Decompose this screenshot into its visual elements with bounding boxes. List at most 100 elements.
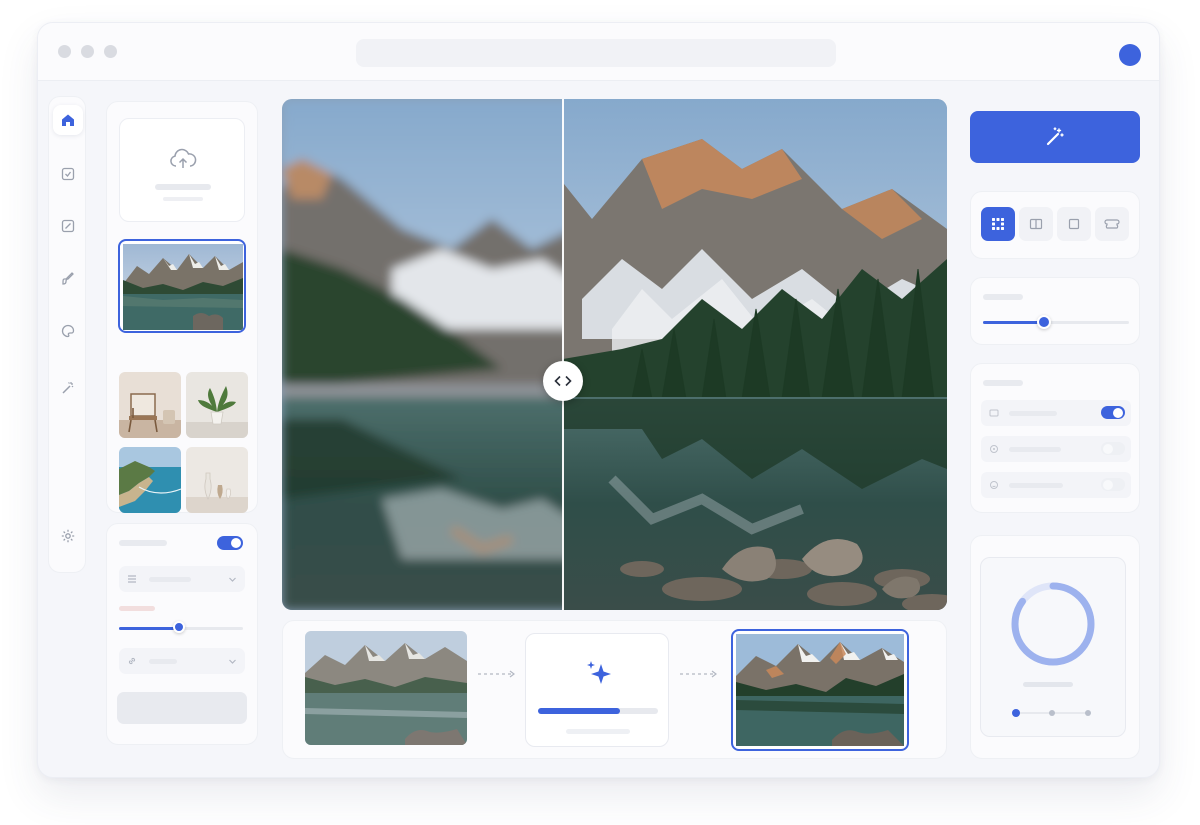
minimize-window-button[interactable] <box>81 45 94 58</box>
after-landscape-image <box>736 634 904 746</box>
image-icon <box>989 409 999 417</box>
grid-icon <box>992 218 1004 230</box>
link-select-value-placeholder <box>149 659 177 664</box>
comparison-divider[interactable] <box>562 99 564 610</box>
chair-interior-thumbnail <box>119 372 181 438</box>
processing-progress-fill <box>538 708 620 714</box>
thumbnail-mountain-lake[interactable] <box>118 239 246 333</box>
sidebar-nav <box>48 96 86 573</box>
intensity-card <box>970 277 1140 345</box>
upload-dropzone[interactable] <box>119 118 245 222</box>
option-row-image[interactable] <box>981 400 1131 426</box>
chevron-down-icon <box>229 577 236 582</box>
square-icon <box>1068 218 1080 230</box>
image-library-panel <box>106 101 258 513</box>
link-icon <box>128 657 136 665</box>
sparkles-icon <box>587 661 611 684</box>
close-window-button[interactable] <box>58 45 71 58</box>
slider-label-placeholder <box>119 606 155 611</box>
potted-plant-thumbnail <box>186 372 248 438</box>
app-window <box>37 22 1160 778</box>
upload-hint-placeholder <box>163 197 203 201</box>
comparison-handle[interactable] <box>543 361 583 401</box>
title-bar <box>38 23 1159 81</box>
palette-icon <box>61 324 75 338</box>
coastline-thumbnail <box>119 447 181 513</box>
settings-icon <box>61 529 75 543</box>
option-label-placeholder <box>1009 411 1057 416</box>
link-select[interactable] <box>119 648 245 674</box>
thumbnail-chair-interior[interactable] <box>119 372 181 438</box>
mode-grid-button[interactable] <box>981 207 1015 241</box>
sidebar-item-tasks[interactable] <box>53 159 83 189</box>
sidebar-item-edit[interactable] <box>53 211 83 241</box>
maximize-window-button[interactable] <box>104 45 117 58</box>
option-toggle-face[interactable] <box>1101 478 1125 491</box>
filter-select[interactable] <box>119 566 245 592</box>
home-icon <box>62 114 74 126</box>
ai-processing-card <box>525 633 669 747</box>
sidebar-item-brush[interactable] <box>53 264 83 294</box>
frame-icon <box>1104 219 1120 229</box>
option-row-circle[interactable] <box>981 436 1131 462</box>
processing-label-placeholder <box>566 729 630 734</box>
face-icon <box>990 481 998 489</box>
option-row-face[interactable] <box>981 472 1131 498</box>
magic-wand-icon <box>1046 127 1064 146</box>
sidebar-item-settings[interactable] <box>53 521 83 551</box>
arrow-right-icon <box>478 670 515 678</box>
option-toggle-circle[interactable] <box>1101 442 1125 455</box>
processing-pipeline <box>282 620 947 759</box>
magic-wand-icon <box>62 382 74 394</box>
address-bar[interactable] <box>356 39 836 67</box>
adjustment-slider-knob[interactable] <box>173 621 185 633</box>
magic-enhance-button[interactable] <box>970 111 1140 163</box>
cloud-upload-icon <box>170 148 197 168</box>
step-dot-active[interactable] <box>1012 709 1020 717</box>
options-card <box>970 363 1140 513</box>
chevron-left-right-icon <box>554 375 572 387</box>
before-landscape-image <box>305 631 467 745</box>
upload-label-placeholder <box>155 184 211 190</box>
user-avatar[interactable] <box>1119 44 1141 66</box>
mode-frame-button[interactable] <box>1095 207 1129 241</box>
intensity-slider-fill <box>983 321 1045 324</box>
after-image-thumbnail[interactable] <box>731 629 909 751</box>
progress-ring-card <box>980 557 1126 737</box>
sidebar-item-home[interactable] <box>53 105 83 135</box>
thumbnail-coastline[interactable] <box>119 447 181 513</box>
thumbnail-potted-plant[interactable] <box>186 372 248 438</box>
adjustment-slider-fill <box>119 627 181 630</box>
mode-book-button[interactable] <box>1019 207 1053 241</box>
option-toggle-image[interactable] <box>1101 406 1125 419</box>
thumbnail-vases[interactable] <box>186 447 248 513</box>
step-dot[interactable] <box>1085 710 1091 716</box>
option-label-placeholder <box>1009 447 1061 452</box>
mode-square-button[interactable] <box>1057 207 1091 241</box>
mountain-lake-thumbnail <box>123 244 243 330</box>
before-image-thumbnail[interactable] <box>305 631 467 745</box>
step-dot[interactable] <box>1049 710 1055 716</box>
adjustments-label-placeholder <box>119 540 167 546</box>
before-after-comparison[interactable] <box>282 99 947 610</box>
arrow-right-icon <box>680 670 717 678</box>
intensity-label-placeholder <box>983 294 1023 300</box>
mode-selector-card <box>970 191 1140 259</box>
adjustments-toggle[interactable] <box>217 536 243 550</box>
edit-icon <box>61 219 75 233</box>
list-icon <box>128 575 136 583</box>
apply-button[interactable] <box>117 692 247 724</box>
sidebar-item-magic[interactable] <box>53 373 83 403</box>
progress-ring <box>1011 582 1095 666</box>
landscape-image <box>282 99 947 610</box>
sidebar-item-palette[interactable] <box>53 316 83 346</box>
options-label-placeholder <box>983 380 1023 386</box>
option-label-placeholder <box>1009 483 1063 488</box>
filter-select-value-placeholder <box>149 577 191 582</box>
book-icon <box>1029 218 1043 230</box>
adjustments-panel <box>106 523 258 745</box>
circle-icon <box>990 445 998 453</box>
intensity-slider-knob[interactable] <box>1037 315 1051 329</box>
brush-icon <box>62 272 74 285</box>
check-box-icon <box>61 167 75 181</box>
